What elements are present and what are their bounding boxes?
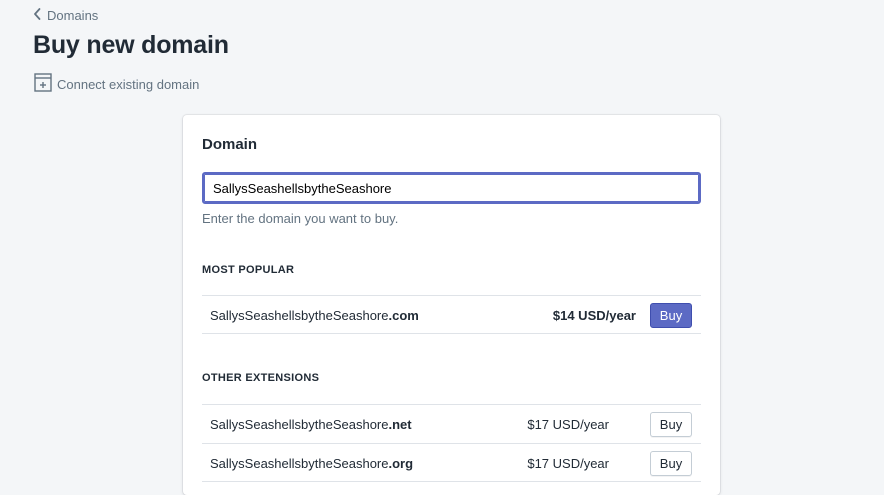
breadcrumb-label: Domains	[47, 8, 99, 23]
most-popular-heading: MOST POPULAR	[202, 264, 295, 276]
other-extensions-heading: OTHER EXTENSIONS	[202, 372, 320, 384]
domain-help-text: Enter the domain you want to buy.	[202, 211, 399, 226]
domain-row-org: SallysSeashellsbytheSeashore.org $17 USD…	[202, 443, 701, 482]
domain-card: Domain Enter the domain you want to buy.…	[183, 115, 720, 495]
breadcrumb-domains[interactable]: Domains	[33, 8, 98, 23]
connect-existing-domain-button[interactable]: Connect existing domain	[34, 73, 199, 95]
domain-price: $17 USD/year	[527, 456, 609, 471]
connect-existing-domain-label: Connect existing domain	[57, 76, 200, 92]
domain-search-input[interactable]	[202, 172, 701, 204]
domain-price: $17 USD/year	[527, 417, 609, 432]
buy-net-button[interactable]: Buy	[650, 412, 692, 437]
card-title: Domain	[202, 136, 258, 153]
domain-name: SallysSeashellsbytheSeashore.org	[210, 456, 414, 471]
domain-name: SallysSeashellsbytheSeashore.com	[210, 308, 419, 323]
buy-com-button[interactable]: Buy	[650, 303, 692, 328]
page-title: Buy new domain	[33, 31, 229, 59]
add-domain-icon	[34, 73, 52, 95]
domain-row-net: SallysSeashellsbytheSeashore.net $17 USD…	[202, 404, 701, 443]
buy-org-button[interactable]: Buy	[650, 451, 692, 476]
chevron-left-icon	[33, 8, 41, 23]
domain-price: $14 USD/year	[552, 308, 636, 323]
domain-name: SallysSeashellsbytheSeashore.net	[210, 417, 412, 432]
domain-row-com: SallysSeashellsbytheSeashore.com $14 USD…	[202, 295, 701, 334]
